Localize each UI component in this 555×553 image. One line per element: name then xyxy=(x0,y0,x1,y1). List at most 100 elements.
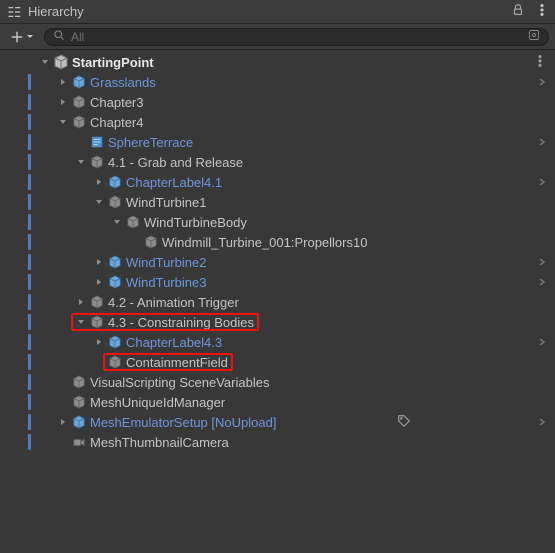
expand-arrow-icon[interactable] xyxy=(56,97,70,107)
prefab-bar xyxy=(28,254,31,270)
open-prefab-icon[interactable] xyxy=(537,255,547,270)
tree-row[interactable]: Chapter4 xyxy=(0,112,555,132)
prefab-bar xyxy=(28,374,31,390)
object-label: ContainmentField xyxy=(126,355,228,370)
tree-row[interactable]: Grasslands xyxy=(0,72,555,92)
hierarchy-tree: StartingPoint Grasslands Chapter3 Chapter4 S… xyxy=(0,50,555,458)
toolbar xyxy=(0,24,555,50)
object-label: StartingPoint xyxy=(72,55,154,70)
prefab-bar xyxy=(28,214,31,230)
gameobject-icon xyxy=(106,255,124,269)
expand-arrow-icon[interactable] xyxy=(92,337,106,347)
expand-arrow-icon[interactable] xyxy=(56,117,70,127)
expand-arrow-icon[interactable] xyxy=(56,77,70,87)
gameobject-icon xyxy=(142,235,160,249)
open-prefab-icon[interactable] xyxy=(537,335,547,350)
prefab-bar xyxy=(28,274,31,290)
expand-arrow-icon[interactable] xyxy=(74,297,88,307)
prefab-bar xyxy=(28,194,31,210)
tree-row[interactable]: ContainmentField xyxy=(0,352,555,372)
object-label: Chapter4 xyxy=(90,115,143,130)
tree-row[interactable]: 4.1 - Grab and Release xyxy=(0,152,555,172)
object-label: WindTurbine3 xyxy=(126,275,206,290)
open-prefab-icon[interactable] xyxy=(537,275,547,290)
prefab-bar xyxy=(28,234,31,250)
object-label: MeshThumbnailCamera xyxy=(90,435,229,450)
gameobject-icon xyxy=(106,335,124,349)
kebab-menu-icon[interactable] xyxy=(535,3,549,20)
gameobject-icon xyxy=(124,215,142,229)
prefab-bar xyxy=(28,334,31,350)
gameobject-icon xyxy=(70,415,88,429)
lock-icon[interactable] xyxy=(511,3,525,20)
scene-menu-icon[interactable] xyxy=(533,54,547,71)
create-button[interactable] xyxy=(6,28,38,46)
open-prefab-icon[interactable] xyxy=(537,415,547,430)
open-prefab-icon[interactable] xyxy=(537,75,547,90)
tree-row[interactable]: WindTurbine2 xyxy=(0,252,555,272)
hierarchy-panel: Hierarchy StartingPointGrasslandsChapte xyxy=(0,0,555,553)
object-label: ChapterLabel4.1 xyxy=(126,175,222,190)
search-input[interactable] xyxy=(71,30,522,44)
expand-arrow-icon[interactable] xyxy=(38,57,52,67)
prefab-bar xyxy=(28,114,31,130)
search-field[interactable] xyxy=(44,28,549,46)
gameobject-icon xyxy=(106,275,124,289)
object-label: ChapterLabel4.3 xyxy=(126,335,222,350)
expand-arrow-icon[interactable] xyxy=(74,317,88,327)
tree-row[interactable]: VisualScripting SceneVariables xyxy=(0,372,555,392)
tree-row[interactable]: 4.3 - Constraining Bodies xyxy=(0,312,555,332)
tree-row[interactable]: WindTurbine3 xyxy=(0,272,555,292)
prefab-bar xyxy=(28,394,31,410)
expand-arrow-icon[interactable] xyxy=(92,177,106,187)
gameobject-icon xyxy=(106,175,124,189)
gameobject-icon xyxy=(88,295,106,309)
prefab-bar xyxy=(28,354,31,370)
tag-icon[interactable] xyxy=(397,414,411,431)
open-prefab-icon[interactable] xyxy=(537,135,547,150)
expand-arrow-icon[interactable] xyxy=(74,157,88,167)
camera-icon xyxy=(70,435,88,449)
tree-row[interactable]: MeshEmulatorSetup [NoUpload] xyxy=(0,412,555,432)
panel-header: Hierarchy xyxy=(0,0,555,24)
object-label: Windmill_Turbine_001:Propellors10 xyxy=(162,235,367,250)
scene-icon xyxy=(52,54,70,70)
tree-row[interactable]: SphereTerrace xyxy=(0,132,555,152)
gameobject-icon xyxy=(106,355,124,369)
tree-row[interactable]: MeshThumbnailCamera xyxy=(0,432,555,452)
gameobject-icon xyxy=(70,115,88,129)
tree-row[interactable]: 4.2 - Animation Trigger xyxy=(0,292,555,312)
tree-row[interactable]: WindTurbineBody xyxy=(0,212,555,232)
tree-row[interactable]: StartingPoint xyxy=(0,52,555,72)
object-label: MeshUniqueIdManager xyxy=(90,395,225,410)
gameobject-icon xyxy=(106,195,124,209)
tree-row[interactable]: ChapterLabel4.3 xyxy=(0,332,555,352)
prefab-bar xyxy=(28,154,31,170)
expand-arrow-icon[interactable] xyxy=(92,277,106,287)
tree-row[interactable]: WindTurbine1 xyxy=(0,192,555,212)
tree-row[interactable]: MeshUniqueIdManager xyxy=(0,392,555,412)
script-icon xyxy=(88,135,106,149)
tree-row[interactable]: Chapter3 xyxy=(0,92,555,112)
prefab-bar xyxy=(28,74,31,90)
object-label: VisualScripting SceneVariables xyxy=(90,375,269,390)
object-label: WindTurbine1 xyxy=(126,195,206,210)
gameobject-icon xyxy=(70,95,88,109)
expand-arrow-icon[interactable] xyxy=(56,417,70,427)
object-label: Chapter3 xyxy=(90,95,143,110)
gameobject-icon xyxy=(70,75,88,89)
expand-arrow-icon[interactable] xyxy=(92,197,106,207)
expand-arrow-icon[interactable] xyxy=(92,257,106,267)
expand-arrow-icon[interactable] xyxy=(110,217,124,227)
search-type-icon[interactable] xyxy=(528,29,540,44)
open-prefab-icon[interactable] xyxy=(537,175,547,190)
object-label: 4.3 - Constraining Bodies xyxy=(108,315,254,330)
tree-row[interactable]: Windmill_Turbine_001:Propellors10 xyxy=(0,232,555,252)
object-label: MeshEmulatorSetup [NoUpload] xyxy=(90,415,276,430)
prefab-bar xyxy=(28,414,31,430)
tree-row[interactable]: ChapterLabel4.1 xyxy=(0,172,555,192)
search-icon xyxy=(53,29,65,44)
prefab-bar xyxy=(28,314,31,330)
gameobject-icon xyxy=(88,155,106,169)
hierarchy-icon xyxy=(8,5,22,19)
